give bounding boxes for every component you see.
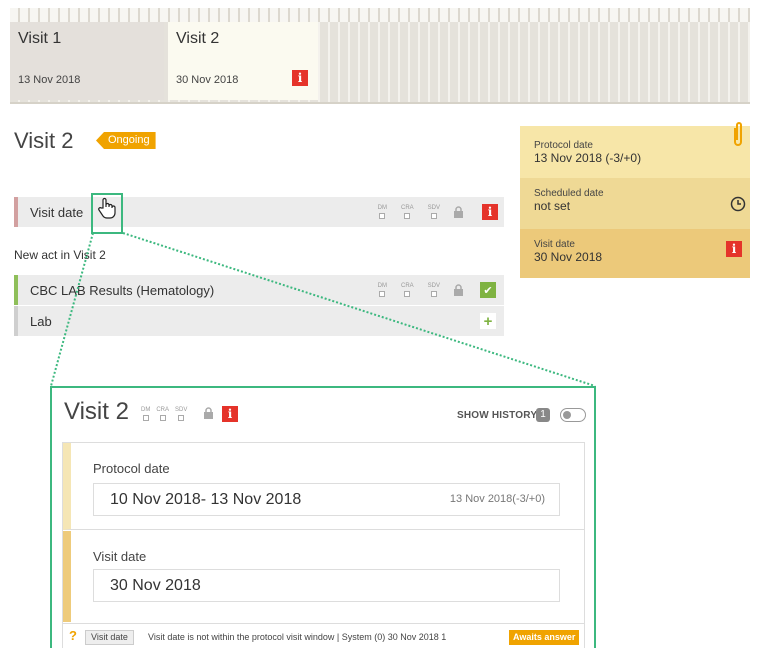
dm-checkbox[interactable]: [379, 291, 386, 297]
review-flags: DM CRA SDV: [378, 205, 440, 219]
dm-flag[interactable]: DM: [378, 205, 387, 219]
dm-flag[interactable]: DM: [378, 283, 387, 297]
protocol-date-block: Protocol date 13 Nov 2018 (-3/+0): [520, 122, 750, 178]
lock-icon: [204, 407, 213, 419]
visit-tab-date: 13 Nov 2018: [18, 74, 81, 86]
zoomed-visit-panel: Visit 2 DM CRA SDV i SHOW HISTORY 1 Prot…: [50, 386, 596, 648]
dm-checkbox[interactable]: [379, 213, 386, 219]
query-field-tag[interactable]: Visit date: [85, 630, 134, 645]
info-icon[interactable]: i: [482, 204, 498, 220]
visit-date-value: 30 Nov 2018: [534, 250, 603, 264]
dm-checkbox[interactable]: [142, 415, 149, 421]
dm-flag[interactable]: DM: [141, 407, 150, 421]
dm-label: DM: [377, 205, 387, 211]
lock-icon: [454, 206, 463, 218]
visit-date-field[interactable]: 30 Nov 2018: [93, 569, 560, 602]
query-status-badge: Awaits answer: [509, 630, 580, 645]
cra-flag[interactable]: CRA: [401, 205, 414, 219]
row-label: Lab: [30, 313, 52, 329]
show-history-toggle[interactable]: [560, 408, 586, 422]
cra-flag[interactable]: CRA: [401, 283, 414, 297]
scheduled-date-block: Scheduled date not set: [520, 178, 750, 229]
row-label: CBC LAB Results (Hematology): [30, 282, 215, 298]
sdv-label: SDV: [427, 205, 440, 211]
review-flags: DM CRA SDV: [141, 407, 187, 421]
toggle-knob: [563, 411, 571, 419]
review-flags: DM CRA SDV: [378, 283, 440, 297]
cra-checkbox[interactable]: [159, 415, 166, 421]
cra-label: CRA: [400, 205, 414, 211]
protocol-date-field: 10 Nov 2018- 13 Nov 2018 13 Nov 2018(-3/…: [93, 483, 560, 516]
sdv-flag[interactable]: SDV: [428, 283, 440, 297]
row-label: Visit date: [30, 204, 84, 220]
sdv-checkbox[interactable]: [178, 415, 185, 421]
visit-date-label: Visit date: [93, 549, 147, 564]
info-icon[interactable]: i: [222, 406, 238, 422]
visit-dates-panel: Protocol date 13 Nov 2018 (-3/+0) Schedu…: [520, 122, 750, 278]
cra-label: CRA: [156, 407, 170, 413]
query-bar[interactable]: ? Visit date Visit date is not within th…: [63, 623, 584, 648]
page-title: Visit 2: [14, 128, 74, 153]
cra-flag[interactable]: CRA: [156, 407, 169, 421]
info-icon[interactable]: i: [292, 70, 308, 86]
show-history-label: SHOW HISTORY: [457, 410, 538, 421]
scheduled-date-value: not set: [534, 199, 571, 213]
paperclip-icon[interactable]: [732, 120, 744, 150]
check-icon[interactable]: ✔: [480, 282, 496, 298]
activity-row-lab[interactable]: Lab +: [14, 306, 504, 336]
question-icon: ?: [69, 628, 77, 643]
visit-date-label: Visit date: [534, 239, 575, 250]
cra-checkbox[interactable]: [404, 291, 411, 297]
scheduled-date-label: Scheduled date: [534, 188, 604, 199]
dm-label: DM: [377, 283, 387, 289]
visit-tab-2[interactable]: Visit 2 30 Nov 2018 i: [168, 22, 318, 100]
activity-row-cbc[interactable]: CBC LAB Results (Hematology) DM CRA SDV …: [14, 275, 504, 305]
sdv-checkbox[interactable]: [430, 291, 437, 297]
timeline-ruler: [10, 8, 750, 22]
visit-tab-date: 30 Nov 2018: [176, 74, 239, 86]
visit-date-section: Visit date 30 Nov 2018: [63, 531, 584, 622]
sdv-flag[interactable]: SDV: [175, 407, 187, 421]
history-count-badge: 1: [536, 408, 550, 422]
sdv-label: SDV: [427, 283, 440, 289]
lock-icon: [454, 284, 463, 296]
hand-cursor-icon: [98, 197, 116, 219]
zoom-title: Visit 2: [64, 398, 129, 425]
visit-tab-name: Visit 2: [176, 30, 220, 47]
query-message: Visit date is not within the protocol vi…: [148, 632, 447, 642]
dm-label: DM: [141, 407, 151, 413]
clock-icon[interactable]: [730, 196, 746, 212]
group-label: New act in Visit 2: [14, 248, 106, 262]
status-badge: Ongoing: [96, 132, 156, 149]
info-icon[interactable]: i: [726, 241, 742, 257]
protocol-date-value: 10 Nov 2018- 13 Nov 2018: [110, 490, 302, 508]
cra-label: CRA: [400, 283, 414, 289]
protocol-date-label: Protocol date: [93, 461, 170, 476]
protocol-date-section: Protocol date 10 Nov 2018- 13 Nov 2018 1…: [63, 443, 584, 530]
sdv-label: SDV: [175, 407, 188, 413]
visit-date-block: Visit date 30 Nov 2018 i: [520, 229, 750, 278]
protocol-date-value: 13 Nov 2018 (-3/+0): [534, 151, 642, 165]
sdv-checkbox[interactable]: [430, 213, 437, 219]
add-icon[interactable]: +: [480, 313, 496, 330]
sdv-flag[interactable]: SDV: [428, 205, 440, 219]
activity-row-visit-date[interactable]: Visit date DM CRA SDV i: [14, 197, 504, 227]
visit-tab-name: Visit 1: [18, 30, 62, 47]
cursor-highlight: [91, 193, 123, 234]
protocol-date-label: Protocol date: [534, 140, 593, 151]
visit-date-form: Protocol date 10 Nov 2018- 13 Nov 2018 1…: [62, 442, 585, 648]
cra-checkbox[interactable]: [404, 213, 411, 219]
visit-timeline: Visit 1 13 Nov 2018 Visit 2 30 Nov 2018 …: [10, 8, 750, 104]
visit-tab-1[interactable]: Visit 1 13 Nov 2018: [10, 22, 164, 100]
visit-date-value: 30 Nov 2018: [110, 576, 201, 594]
protocol-date-hint: 13 Nov 2018(-3/+0): [449, 493, 545, 505]
